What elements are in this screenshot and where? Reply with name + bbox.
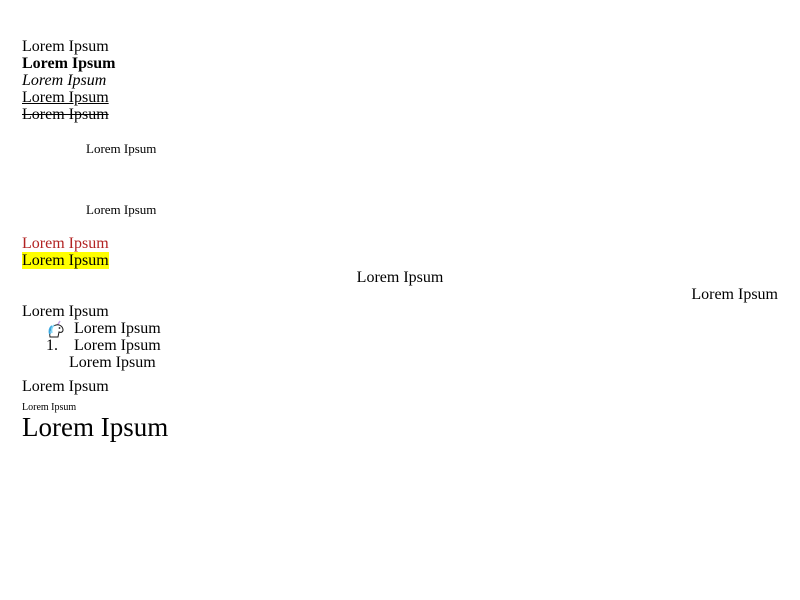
highlighted-text-row: Lorem Ipsum [22, 252, 109, 269]
list-continuation-text: Lorem Ipsum [69, 354, 156, 371]
list-item-text: Lorem Ipsum [74, 320, 161, 337]
text-after-list: Lorem Ipsum [22, 378, 109, 395]
italic-text: Lorem Ipsum [22, 72, 107, 89]
large-text: Lorem Ipsum [22, 412, 169, 442]
document-page: Lorem Ipsum Lorem Ipsum Lorem Ipsum Lore… [0, 0, 800, 600]
right-aligned-text: Lorem Ipsum [691, 286, 778, 303]
unicorn-icon [48, 320, 64, 338]
plain-text: Lorem Ipsum [22, 38, 109, 55]
strikethrough-text: Lorem Ipsum [22, 106, 109, 123]
bold-text: Lorem Ipsum [22, 55, 116, 72]
underlined-text: Lorem Ipsum [22, 89, 109, 106]
centered-text: Lorem Ipsum [356, 269, 444, 286]
list-number: 1. [46, 337, 58, 354]
small-indented-text-2: Lorem Ipsum [86, 202, 157, 217]
list-item: 1. Lorem Ipsum [46, 337, 161, 354]
colored-text: Lorem Ipsum [22, 235, 109, 252]
highlighted-text: Lorem Ipsum [22, 252, 109, 269]
text-before-list: Lorem Ipsum [22, 303, 109, 320]
list-item-text: Lorem Ipsum [74, 337, 161, 354]
small-indented-text-1: Lorem Ipsum [86, 141, 157, 156]
